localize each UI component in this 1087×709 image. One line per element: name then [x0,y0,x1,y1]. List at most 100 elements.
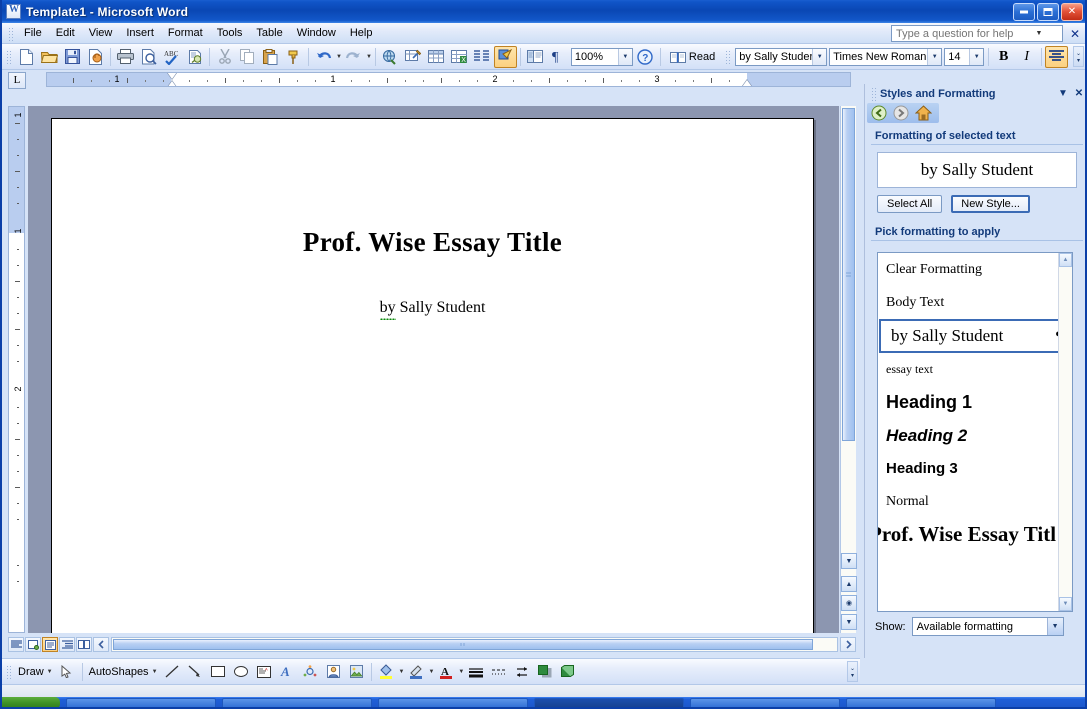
print-icon[interactable] [114,46,137,68]
document-pane[interactable]: Prof. Wise Essay Title by Sally Student [28,106,839,633]
show-select[interactable]: Available formatting ▼ [911,617,1064,636]
styles-list-scrollbar[interactable]: ▲ ▼ [1058,253,1072,611]
arrow-icon[interactable] [184,661,207,683]
font-size-combo[interactable]: 14 ▼ [944,47,985,66]
taskbar-item[interactable] [66,697,216,707]
chevron-down-icon[interactable]: ▼ [1046,618,1063,635]
drawing-toolbar-grip[interactable] [5,664,12,679]
style-item-clear-formatting[interactable]: Clear Formatting [878,253,1072,286]
insert-clip-art-icon[interactable] [322,661,345,683]
web-layout-view-icon[interactable] [25,637,41,652]
horizontal-scrollbar[interactable] [111,637,838,652]
select-browse-object-icon[interactable]: ◉ [841,595,857,611]
reading-layout-view-icon[interactable] [76,637,92,652]
style-item-body-text[interactable]: Body Text ¶ [878,286,1072,319]
columns-icon[interactable] [471,46,494,68]
line-color-icon[interactable] [404,661,427,683]
select-all-button[interactable]: Select All [877,195,943,213]
task-pane-dropdown-icon[interactable]: ▼ [1055,88,1071,99]
style-item-heading-1[interactable]: Heading 1 ¶ [878,386,1072,419]
save-icon[interactable] [61,46,84,68]
ask-a-question-box[interactable]: ▼ [891,25,1063,42]
autoshapes-menu-button[interactable]: AutoShapes ▼ [86,666,161,678]
tab-selector-button[interactable]: L [8,71,26,89]
menu-edit[interactable]: Edit [49,24,82,42]
document-title-paragraph[interactable]: Prof. Wise Essay Title [52,227,813,258]
scroll-down-button[interactable]: ▼ [841,553,857,569]
menu-format[interactable]: Format [161,24,210,42]
hanging-indent-marker[interactable] [167,81,177,86]
menu-table[interactable]: Table [249,24,289,42]
taskbar-item[interactable] [690,697,840,707]
italic-button[interactable]: I [1015,46,1038,68]
misspelled-word[interactable]: by [379,299,396,320]
undo-icon[interactable] [312,46,335,68]
drawing-icon[interactable] [493,45,517,68]
start-button[interactable] [2,697,60,707]
redo-icon[interactable] [342,46,365,68]
normal-view-icon[interactable] [8,637,24,652]
dash-style-icon[interactable] [487,661,510,683]
text-box-icon[interactable]: A [253,661,276,683]
style-item-normal[interactable]: Normal ¶ [878,485,1072,518]
help-question-icon[interactable]: ? [634,46,657,68]
font-combo[interactable]: Times New Roman ▼ [829,47,943,66]
chevron-down-icon[interactable]: ▼ [1032,26,1046,41]
styles-scroll-down-button[interactable]: ▼ [1059,597,1072,611]
styles-scroll-up-button[interactable]: ▲ [1059,253,1072,267]
byline-rest[interactable]: Sally Student [396,299,486,316]
open-icon[interactable] [38,46,61,68]
style-item-heading-2[interactable]: Heading 2 ¶ [878,419,1072,452]
horizontal-scrollbar-thumb[interactable] [113,639,813,650]
right-indent-marker[interactable] [742,80,752,86]
fill-color-icon[interactable] [375,661,398,683]
previous-page-icon[interactable]: ▲ [841,576,857,592]
read-button[interactable]: Read [664,48,721,66]
print-preview-icon[interactable] [137,46,160,68]
help-question-input[interactable] [892,26,1032,41]
standard-toolbar-grip[interactable] [5,49,12,64]
paste-icon[interactable] [259,46,282,68]
tables-and-borders-icon[interactable] [402,46,425,68]
zoom-combo[interactable]: 100% ▼ [570,47,633,66]
style-combo[interactable]: by Sally Studer ▼ [735,47,828,66]
shadow-style-icon[interactable] [533,661,556,683]
selected-style-preview[interactable]: by Sally Student [877,152,1077,188]
close-document-button[interactable]: ✕ [1070,27,1080,41]
insert-diagram-icon[interactable] [299,661,322,683]
taskbar-item[interactable] [846,697,996,707]
first-line-indent-marker[interactable] [167,73,177,79]
oval-icon[interactable] [230,661,253,683]
format-painter-icon[interactable] [282,46,305,68]
font-size-dropdown-icon[interactable]: ▼ [969,48,984,65]
menu-insert[interactable]: Insert [119,24,161,42]
styles-list[interactable]: Clear Formatting Body Text ¶ by Sally St… [877,252,1073,612]
rectangle-icon[interactable] [207,661,230,683]
spelling-grammar-icon[interactable]: ABC [160,46,183,68]
document-vertical-scrollbar[interactable]: ▼ ▲ ◉ ▼ [840,106,857,633]
align-center-icon[interactable] [1045,45,1069,68]
restore-button[interactable] [1037,2,1059,21]
style-item-prof-wise-essay-title[interactable]: Prof. Wise Essay Title ¶ [878,518,1072,551]
minimize-button[interactable] [1013,2,1035,21]
scroll-left-icon[interactable] [93,637,109,652]
style-item-by-sally-student[interactable]: by Sally Student ¶ [879,319,1071,353]
toolbar-options-button[interactable]: ⌄ ▾ [1073,46,1084,67]
zoom-dropdown-icon[interactable]: ▼ [617,48,632,65]
menu-window[interactable]: Window [290,24,343,42]
copy-icon[interactable] [236,46,259,68]
new-style-button[interactable]: New Style... [951,195,1030,213]
next-page-icon[interactable]: ▼ [841,614,857,630]
style-item-essay-text[interactable]: essay text ¶ [878,353,1072,386]
style-item-heading-3[interactable]: Heading 3 ¶ [878,452,1072,485]
forward-icon[interactable] [891,105,911,122]
style-dropdown-icon[interactable]: ▼ [812,48,827,65]
print-layout-view-icon[interactable] [42,637,58,652]
vertical-ruler[interactable]: 1 1 2 [8,106,25,633]
scroll-right-icon[interactable] [840,637,856,652]
show-formatting-marks-icon[interactable]: ¶ [547,46,570,68]
menu-bar-grip[interactable] [7,25,14,41]
insert-table-icon[interactable] [425,46,448,68]
font-dropdown-icon[interactable]: ▼ [927,48,942,65]
document-page[interactable]: Prof. Wise Essay Title by Sally Student [51,118,814,633]
